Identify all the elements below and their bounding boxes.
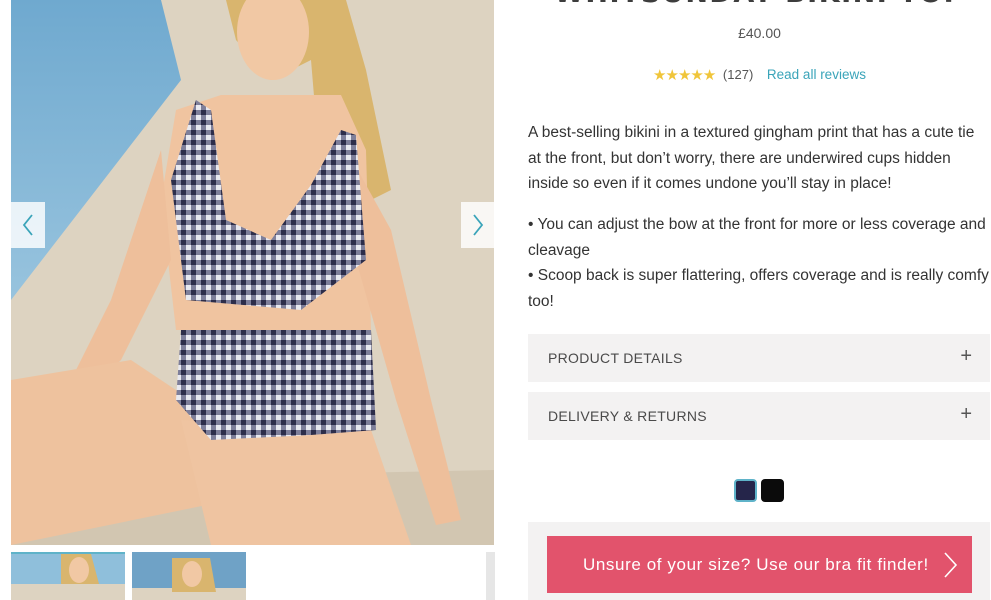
accordion-delivery-returns[interactable]: DELIVERY & RETURNS + xyxy=(528,392,990,440)
chevron-right-icon xyxy=(473,214,484,236)
product-info-panel: WHITSUNDAY BIKINI TOP £40.00 ★★★★★ (127)… xyxy=(528,0,991,600)
product-price: £40.00 xyxy=(738,25,781,41)
main-product-image[interactable] xyxy=(11,0,494,545)
thumbnail-image xyxy=(132,552,246,600)
swatch-navy[interactable] xyxy=(734,479,757,502)
bra-fit-finder-banner: Unsure of your size? Use our bra fit fin… xyxy=(528,522,990,600)
chevron-right-icon xyxy=(944,552,958,578)
rating-row: ★★★★★ (127) Read all reviews xyxy=(528,66,991,84)
accordion-product-details[interactable]: PRODUCT DETAILS + xyxy=(528,334,990,382)
thumbnail-image xyxy=(486,552,495,600)
chevron-left-icon xyxy=(22,214,33,236)
thumbnail-image xyxy=(11,554,125,600)
product-description: A best-selling bikini in a textured ging… xyxy=(528,124,975,192)
product-features: • You can adjust the bow at the front fo… xyxy=(528,212,990,314)
accordion-label: PRODUCT DETAILS xyxy=(548,350,683,366)
gallery-prev-button[interactable] xyxy=(11,202,45,248)
feature-item: • You can adjust the bow at the front fo… xyxy=(528,216,986,259)
bra-fit-finder-label: Unsure of your size? Use our bra fit fin… xyxy=(583,554,929,574)
gallery-next-button[interactable] xyxy=(461,202,495,248)
model-photo xyxy=(11,0,494,545)
bra-fit-finder-button[interactable]: Unsure of your size? Use our bra fit fin… xyxy=(547,536,972,593)
read-all-reviews-link[interactable]: Read all reviews xyxy=(767,67,866,82)
product-title: WHITSUNDAY BIKINI TOP xyxy=(528,0,991,9)
gallery-thumbnails xyxy=(11,552,495,600)
swatch-black[interactable] xyxy=(761,479,784,502)
star-rating-icon: ★★★★★ xyxy=(653,67,716,84)
plus-icon: + xyxy=(960,403,972,425)
accordion-label: DELIVERY & RETURNS xyxy=(548,408,707,424)
thumbnail-1[interactable] xyxy=(11,552,125,600)
thumbnail-3[interactable] xyxy=(486,552,495,600)
review-count: (127) xyxy=(722,67,754,82)
thumbnail-2[interactable] xyxy=(132,552,246,600)
plus-icon: + xyxy=(960,345,972,367)
feature-item: • Scoop back is super flattering, offers… xyxy=(528,267,989,310)
